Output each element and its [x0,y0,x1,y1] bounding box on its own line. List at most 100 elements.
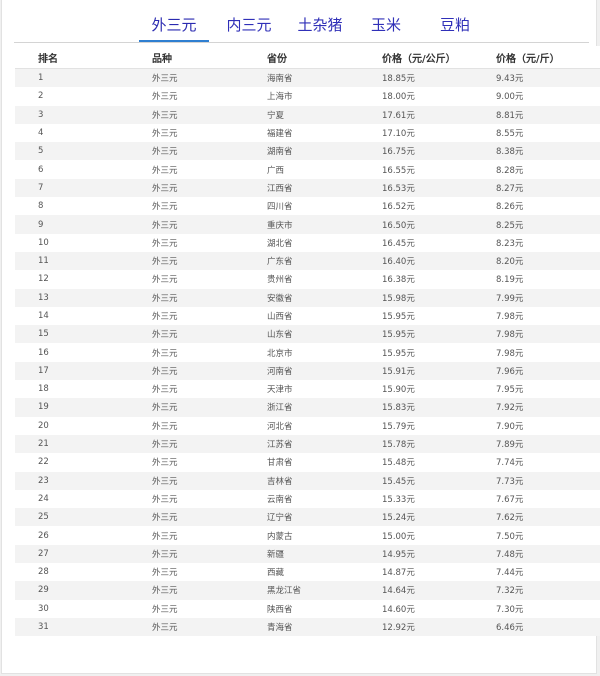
cell-province: 山东省 [267,325,382,344]
cell-province: 新疆 [267,544,382,564]
cell-province: 广西 [267,160,382,179]
cell-rank: 10 [15,233,152,252]
table-row: 6 外三元 广西 16.55元 8.28元 [15,160,600,179]
cell-price-kg: 12.92元 [382,617,496,637]
cell-price-kg: 15.98元 [382,288,496,307]
cell-province: 湖北省 [267,233,382,252]
col-header-rank: 排名 [15,46,152,69]
cell-variety: 外三元 [152,68,267,88]
cell-price-kg: 17.10元 [382,123,496,143]
cell-price-jin: 9.00元 [496,87,600,106]
cell-rank: 12 [15,270,152,289]
cell-province: 黑龙江省 [267,581,382,600]
cell-variety: 外三元 [152,123,267,143]
cell-price-kg: 16.40元 [382,251,496,271]
cell-rank: 19 [15,398,152,417]
tab-nei-san-yuan[interactable]: 内三元 [219,12,279,40]
cell-variety: 外三元 [152,599,267,618]
table-row: 24 外三元 云南省 15.33元 7.67元 [15,489,600,509]
cell-province: 湖南省 [267,142,382,161]
cell-price-kg: 14.87元 [382,563,496,582]
cell-province: 北京市 [267,343,382,362]
table-row: 2 外三元 上海市 18.00元 9.00元 [15,87,600,106]
cell-variety: 外三元 [152,178,267,198]
cell-rank: 15 [15,325,152,344]
cell-price-jin: 8.25元 [496,215,600,234]
cell-rank: 4 [15,123,152,143]
table-body: 1 外三元 海南省 18.85元 9.43元 2 外三元 上海市 18.00元 9.00元 3 外三元… [15,68,600,637]
cell-price-kg: 15.00元 [382,526,496,545]
cell-rank: 6 [15,160,152,179]
cell-price-jin: 6.46元 [496,617,600,637]
table-row: 10 外三元 湖北省 16.45元 8.23元 [15,233,600,252]
cell-variety: 外三元 [152,544,267,564]
cell-rank: 5 [15,142,152,161]
cell-rank: 26 [15,526,152,545]
cell-province: 内蒙古 [267,526,382,545]
cell-province: 贵州省 [267,270,382,289]
table-row: 11 外三元 广东省 16.40元 8.20元 [15,251,600,271]
tab-corn[interactable]: 玉米 [366,12,406,40]
cell-province: 上海市 [267,87,382,106]
cell-price-kg: 18.85元 [382,68,496,88]
cell-price-jin: 7.99元 [496,288,600,307]
table-row: 20 外三元 河北省 15.79元 7.90元 [15,416,600,435]
cell-rank: 18 [15,380,152,399]
tab-soybean-meal[interactable]: 豆粕 [435,12,475,40]
cell-price-jin: 7.90元 [496,416,600,435]
cell-province: 吉林省 [267,471,382,490]
table-row: 7 外三元 江西省 16.53元 8.27元 [15,178,600,198]
table-row: 22 外三元 甘肃省 15.48元 7.74元 [15,453,600,472]
cell-price-kg: 18.00元 [382,87,496,106]
col-header-variety: 品种 [152,46,267,69]
cell-price-jin: 7.50元 [496,526,600,545]
cell-variety: 外三元 [152,197,267,216]
cell-variety: 外三元 [152,270,267,289]
cell-province: 福建省 [267,123,382,143]
table-row: 14 外三元 山西省 15.95元 7.98元 [15,306,600,326]
cell-rank: 8 [15,197,152,216]
cell-rank: 13 [15,288,152,307]
price-panel: 外三元 内三元 土杂猪 玉米 豆粕 排名 品种 省份 价格（元/公斤） 价格（元… [1,0,600,674]
cell-price-jin: 7.92元 [496,398,600,417]
cell-province: 浙江省 [267,398,382,417]
cell-rank: 17 [15,361,152,381]
cell-price-kg: 15.90元 [382,380,496,399]
tab-tu-za-zhu[interactable]: 土杂猪 [290,12,350,40]
cell-price-kg: 15.95元 [382,343,496,362]
cell-province: 四川省 [267,197,382,216]
cell-rank: 1 [15,68,152,88]
cell-price-jin: 7.32元 [496,581,600,600]
cell-price-kg: 14.95元 [382,544,496,564]
cell-province: 海南省 [267,68,382,88]
cell-price-jin: 7.44元 [496,563,600,582]
cell-variety: 外三元 [152,105,267,124]
table-row: 18 外三元 天津市 15.90元 7.95元 [15,380,600,399]
cell-province: 河南省 [267,361,382,381]
cell-province: 江苏省 [267,434,382,454]
cell-price-kg: 15.95元 [382,325,496,344]
cell-province: 青海省 [267,617,382,637]
tab-bar: 外三元 内三元 土杂猪 玉米 豆粕 [14,12,589,43]
cell-price-jin: 7.96元 [496,361,600,381]
tab-wai-san-yuan[interactable]: 外三元 [139,12,209,42]
cell-rank: 24 [15,489,152,509]
cell-rank: 9 [15,215,152,234]
cell-price-jin: 7.67元 [496,489,600,509]
cell-province: 辽宁省 [267,508,382,527]
cell-price-jin: 8.81元 [496,105,600,124]
table-row: 30 外三元 陕西省 14.60元 7.30元 [15,599,600,618]
cell-price-kg: 15.48元 [382,453,496,472]
cell-province: 云南省 [267,489,382,509]
cell-rank: 25 [15,508,152,527]
cell-rank: 30 [15,599,152,618]
cell-price-kg: 15.79元 [382,416,496,435]
cell-price-kg: 16.55元 [382,160,496,179]
cell-rank: 7 [15,178,152,198]
cell-province: 河北省 [267,416,382,435]
cell-price-jin: 8.27元 [496,178,600,198]
cell-price-kg: 16.75元 [382,142,496,161]
cell-province: 重庆市 [267,215,382,234]
cell-rank: 22 [15,453,152,472]
cell-rank: 28 [15,563,152,582]
